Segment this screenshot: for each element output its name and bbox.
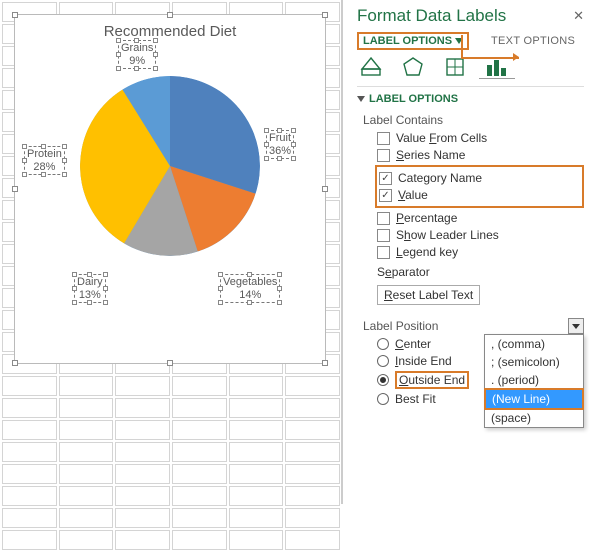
- separator-label: Separator: [377, 265, 430, 279]
- dl-cat: Grains: [121, 42, 153, 54]
- chk-legend-key[interactable]: Legend key: [377, 245, 584, 259]
- dl-val: 14%: [239, 289, 261, 301]
- chart-object[interactable]: Recommended Diet Fruit36% Vegetables14%: [14, 14, 326, 364]
- data-label-protein[interactable]: Protein28%: [24, 146, 65, 175]
- dl-val: 28%: [33, 161, 55, 173]
- label-options-icon[interactable]: [485, 56, 509, 78]
- chk-category-name[interactable]: Category Name: [379, 171, 580, 185]
- dd-semicolon[interactable]: ; (semicolon): [485, 353, 583, 371]
- separator-dropdown[interactable]: , (comma) ; (semicolon) . (period) (New …: [484, 334, 584, 428]
- chk-show-leader-lines[interactable]: Show Leader Lines: [377, 228, 584, 242]
- pie-chart[interactable]: Fruit36% Vegetables14% Dairy13% Protein2…: [80, 76, 260, 256]
- section-label-options[interactable]: LABEL OPTIONS: [357, 93, 584, 105]
- reset-label-text-button[interactable]: Reset Label Text: [377, 285, 480, 305]
- format-data-labels-pane: Format Data Labels ✕ LABEL OPTIONS TEXT …: [342, 0, 594, 504]
- tab-label-options[interactable]: LABEL OPTIONS: [357, 32, 469, 50]
- chart-title[interactable]: Recommended Diet: [15, 15, 325, 40]
- data-label-vegetables[interactable]: Vegetables14%: [220, 274, 280, 303]
- label-position-heading: Label Position: [363, 319, 584, 333]
- pie-plot: [80, 76, 260, 256]
- effects-icon[interactable]: [401, 56, 425, 78]
- fill-line-icon[interactable]: [359, 56, 383, 78]
- data-label-dairy[interactable]: Dairy13%: [74, 274, 106, 303]
- dl-cat: Protein: [27, 148, 62, 160]
- pane-title: Format Data Labels: [357, 6, 584, 26]
- dl-cat: Fruit: [269, 132, 291, 144]
- dl-cat: Dairy: [77, 276, 103, 288]
- chk-value[interactable]: Value: [379, 188, 580, 202]
- close-icon[interactable]: ✕: [573, 8, 584, 24]
- dd-newline[interactable]: (New Line): [486, 390, 582, 408]
- chk-series-name[interactable]: Series Name: [377, 148, 584, 162]
- separator-dropdown-toggle[interactable]: [568, 318, 584, 334]
- worksheet[interactable]: Recommended Diet Fruit36% Vegetables14%: [0, 0, 342, 504]
- dd-period[interactable]: . (period): [485, 371, 583, 389]
- dd-comma[interactable]: , (comma): [485, 335, 583, 353]
- highlight-category-value: Category Name Value: [375, 165, 584, 208]
- dl-val: 36%: [269, 145, 291, 157]
- label-contains-heading: Label Contains: [363, 113, 584, 127]
- chk-value-from-cells[interactable]: Value From Cells: [377, 131, 584, 145]
- dl-val: 13%: [79, 289, 101, 301]
- dl-val: 9%: [129, 55, 145, 67]
- chk-percentage[interactable]: Percentage: [377, 211, 584, 225]
- dd-space[interactable]: (space): [485, 409, 583, 427]
- data-label-fruit[interactable]: Fruit36%: [266, 130, 294, 159]
- data-label-grains[interactable]: Grains9%: [118, 40, 156, 69]
- dl-cat: Vegetables: [223, 276, 277, 288]
